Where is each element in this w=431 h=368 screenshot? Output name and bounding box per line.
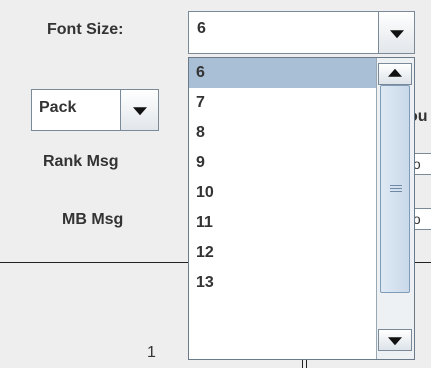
grip-icon xyxy=(390,188,402,189)
font-size-combobox[interactable]: 6 xyxy=(188,11,415,54)
arrow-down-icon xyxy=(388,337,402,346)
scroll-down-button[interactable] xyxy=(378,329,412,351)
pack-selected-value: Pack xyxy=(39,99,77,116)
list-item[interactable]: 13 xyxy=(189,268,376,298)
vertical-scrollbar[interactable] xyxy=(376,58,414,359)
font-size-dropdown-button[interactable] xyxy=(378,12,414,53)
scroll-up-button[interactable] xyxy=(378,63,412,85)
chevron-down-icon xyxy=(389,29,404,38)
list-item[interactable]: 12 xyxy=(189,238,376,268)
list-item-selected[interactable]: 6 xyxy=(189,58,376,88)
font-size-label: Font Size: xyxy=(47,21,124,38)
arrow-up-icon xyxy=(388,68,402,77)
page-number: 1 xyxy=(147,344,156,361)
mb-msg-label: MB Msg xyxy=(62,211,124,228)
list-item[interactable]: 11 xyxy=(189,208,376,238)
rank-msg-label: Rank Msg xyxy=(43,153,119,170)
font-size-dropdown-list[interactable]: 6 7 8 9 10 11 12 13 xyxy=(188,57,415,360)
pack-dropdown-button[interactable] xyxy=(120,90,158,130)
grip-icon xyxy=(390,185,402,186)
font-size-selected-value: 6 xyxy=(197,20,206,37)
list-item[interactable]: 9 xyxy=(189,148,376,178)
list-item[interactable]: 8 xyxy=(189,118,376,148)
pack-combobox[interactable]: Pack xyxy=(31,89,159,131)
grip-icon xyxy=(390,191,402,192)
scrollbar-thumb[interactable] xyxy=(380,85,410,293)
list-item[interactable]: 10 xyxy=(189,178,376,208)
chevron-down-icon xyxy=(132,107,147,116)
list-item[interactable]: 7 xyxy=(189,88,376,118)
